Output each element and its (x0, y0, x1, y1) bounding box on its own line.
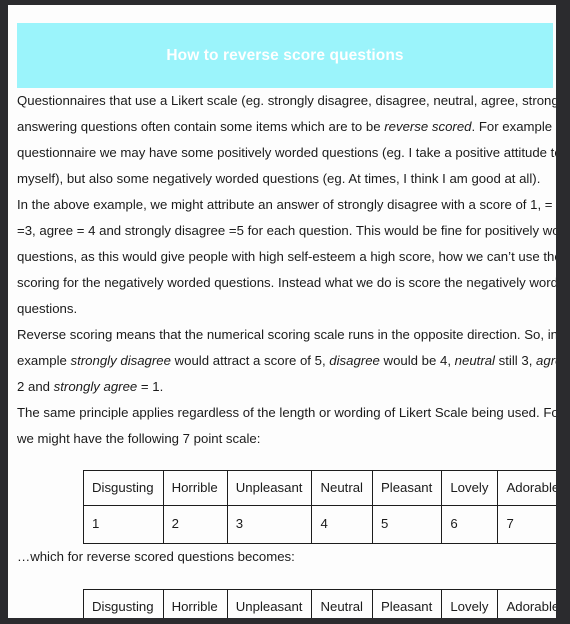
table2-header-cell-0: Disgusting (83, 589, 164, 618)
table1-header-cell-4: Pleasant (371, 470, 443, 506)
page-title: How to reverse score questions (166, 46, 404, 64)
paragraph-3-segment-3: would be 4, (379, 353, 455, 368)
table1-value-cell-2: 3 (226, 505, 313, 544)
table1-value-cell-6: 7 (497, 505, 556, 544)
paragraph-2: In the above example, we might attribute… (17, 197, 556, 316)
table1-value-cell-3: 4 (311, 505, 373, 544)
table2-header-cell-4: Pleasant (371, 589, 443, 618)
scale-table-2: Disgusting Horrible Unpleasant Neutral P… (83, 589, 556, 618)
document-page: How to reverse score questions Questionn… (8, 5, 556, 618)
paragraph-3: Reverse scoring means that the numerical… (17, 322, 556, 400)
table-row: Disgusting Horrible Unpleasant Neutral P… (83, 470, 556, 506)
table1-header-cell-5: Lovely (441, 470, 499, 506)
paragraph-3-emphasis-5: strongly agree (53, 379, 138, 394)
table-row: Disgusting Horrible Unpleasant Neutral P… (83, 589, 556, 618)
paragraph-3-segment-4: still 3, (494, 353, 537, 368)
paragraph-3-emphasis-3: neutral (454, 353, 495, 368)
table2-header-cell-2: Unpleasant (226, 589, 313, 618)
table-row: 1 2 3 4 5 6 7 (83, 505, 556, 544)
paragraph-1: Questionnaires that use a Likert scale (… (17, 88, 556, 192)
paragraph-3-emphasis-2: disagree (329, 353, 380, 368)
paragraph-3-emphasis-4: agree (536, 353, 556, 368)
table1-header-cell-1: Horrible (162, 470, 228, 506)
table1-value-cell-4: 5 (371, 505, 443, 544)
table2-header-cell-6: Adorable (497, 589, 556, 618)
table1-value-cell-5: 6 (441, 505, 499, 544)
table1-header-cell-6: Adorable (497, 470, 556, 506)
paragraph-1-segment-1: Questionnaires that use a Likert scale (… (17, 93, 556, 108)
document-content: How to reverse score questions Questionn… (17, 5, 556, 618)
table2-header-cell-3: Neutral (311, 589, 373, 618)
table2-header-cell-1: Horrible (162, 589, 228, 618)
paragraph-4: The same principle applies regardless of… (17, 405, 556, 446)
paragraph-3-emphasis-1: strongly disagree (70, 353, 171, 368)
paragraph-3-segment-6: = 1. (137, 379, 164, 394)
paragraph-5: …which for reverse scored questions beco… (17, 549, 295, 564)
paragraph-1-emphasis-1: reverse scored (384, 119, 472, 134)
table1-header-cell-3: Neutral (311, 470, 373, 506)
page-frame: How to reverse score questions Questionn… (0, 0, 570, 624)
table2-header-cell-5: Lovely (441, 589, 499, 618)
paragraph-3-segment-2: would attract a score of 5, (170, 353, 330, 368)
page-header-banner: How to reverse score questions (17, 23, 553, 88)
table1-value-cell-0: 1 (83, 505, 164, 544)
scale-table-1: Disgusting Horrible Unpleasant Neutral P… (83, 470, 556, 544)
table1-value-cell-1: 2 (162, 505, 228, 544)
scale-table-2-wrapper: Disgusting Horrible Unpleasant Neutral P… (17, 589, 556, 618)
scale-table-1-wrapper: Disgusting Horrible Unpleasant Neutral P… (17, 470, 556, 544)
table1-header-cell-2: Unpleasant (226, 470, 313, 506)
table1-header-cell-0: Disgusting (83, 470, 164, 506)
